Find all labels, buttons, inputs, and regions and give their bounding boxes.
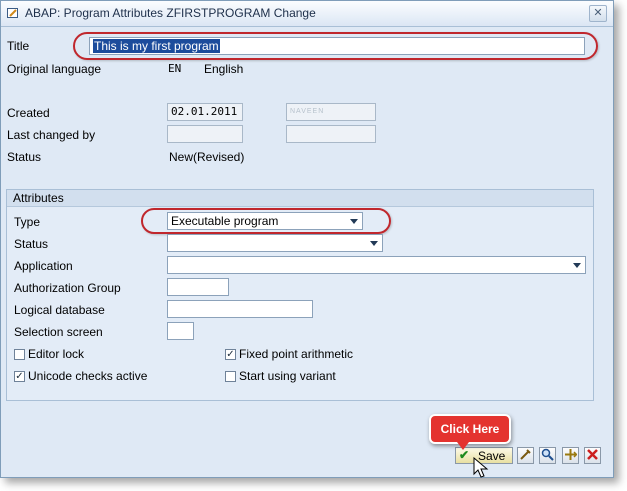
highlight-ring-title bbox=[73, 32, 598, 60]
status-label: Status bbox=[7, 150, 42, 164]
original-language-code: EN bbox=[168, 62, 182, 75]
application-label: Application bbox=[14, 259, 73, 273]
attr-status-label: Status bbox=[14, 237, 49, 251]
mouse-cursor-icon bbox=[473, 457, 489, 478]
window-title: ABAP: Program Attributes ZFIRSTPROGRAM C… bbox=[25, 6, 316, 20]
last-changed-date-field bbox=[167, 125, 243, 143]
close-button[interactable]: ✕ bbox=[589, 5, 607, 22]
last-changed-label: Last changed by bbox=[7, 128, 96, 142]
last-changed-by-field bbox=[286, 125, 376, 143]
chevron-down-icon bbox=[370, 241, 378, 246]
authorization-group-label: Authorization Group bbox=[14, 281, 121, 295]
fixed-point-label: Fixed point arithmetic bbox=[239, 347, 354, 361]
cancel-icon bbox=[587, 449, 598, 460]
editor-lock-checkbox[interactable] bbox=[14, 349, 25, 360]
properties-icon bbox=[520, 449, 531, 460]
created-date-field: 02.01.2011 bbox=[167, 103, 243, 121]
fixed-point-checkbox[interactable]: ✓ bbox=[225, 349, 236, 360]
title-bar: ABAP: Program Attributes ZFIRSTPROGRAM C… bbox=[1, 1, 613, 27]
attributes-group-header: Attributes bbox=[7, 190, 593, 207]
original-language-label: Original language bbox=[7, 62, 102, 76]
move-icon bbox=[565, 449, 578, 460]
logical-database-label: Logical database bbox=[14, 303, 105, 317]
attr-status-dropdown[interactable] bbox=[167, 234, 383, 252]
status-value: New(Revised) bbox=[169, 150, 245, 164]
selection-screen-label: Selection screen bbox=[14, 325, 103, 339]
close-icon: ✕ bbox=[593, 7, 603, 19]
type-label: Type bbox=[14, 215, 41, 229]
authorization-group-input[interactable] bbox=[167, 278, 229, 296]
title-label: Title bbox=[7, 39, 30, 53]
search-icon bbox=[541, 448, 554, 461]
created-by-field: NAVEEN bbox=[286, 103, 376, 121]
click-here-callout: Click Here bbox=[429, 414, 511, 444]
checkmark-icon: ✓ bbox=[226, 349, 235, 360]
check-icon: ✔ bbox=[459, 448, 470, 462]
start-variant-checkbox[interactable] bbox=[225, 371, 236, 382]
chevron-down-icon bbox=[573, 263, 581, 268]
properties-button[interactable] bbox=[517, 447, 534, 464]
sap-edit-icon bbox=[7, 8, 18, 18]
start-variant-label: Start using variant bbox=[239, 369, 336, 383]
unicode-checks-checkbox[interactable]: ✓ bbox=[14, 371, 25, 382]
original-language-name: English bbox=[204, 62, 244, 76]
callout-tail bbox=[457, 442, 469, 450]
move-button[interactable] bbox=[562, 447, 579, 464]
cancel-button[interactable] bbox=[584, 447, 601, 464]
application-dropdown[interactable] bbox=[167, 256, 586, 274]
search-button[interactable] bbox=[539, 447, 556, 464]
highlight-ring-type bbox=[141, 208, 391, 234]
unicode-checks-label: Unicode checks active bbox=[28, 369, 148, 383]
attributes-group-title: Attributes bbox=[13, 191, 64, 205]
selection-screen-input[interactable] bbox=[167, 322, 194, 340]
checkmark-icon: ✓ bbox=[15, 371, 24, 382]
logical-database-input[interactable] bbox=[167, 300, 313, 318]
program-attributes-dialog: ABAP: Program Attributes ZFIRSTPROGRAM C… bbox=[0, 0, 614, 478]
editor-lock-label: Editor lock bbox=[28, 347, 85, 361]
created-label: Created bbox=[7, 106, 50, 120]
